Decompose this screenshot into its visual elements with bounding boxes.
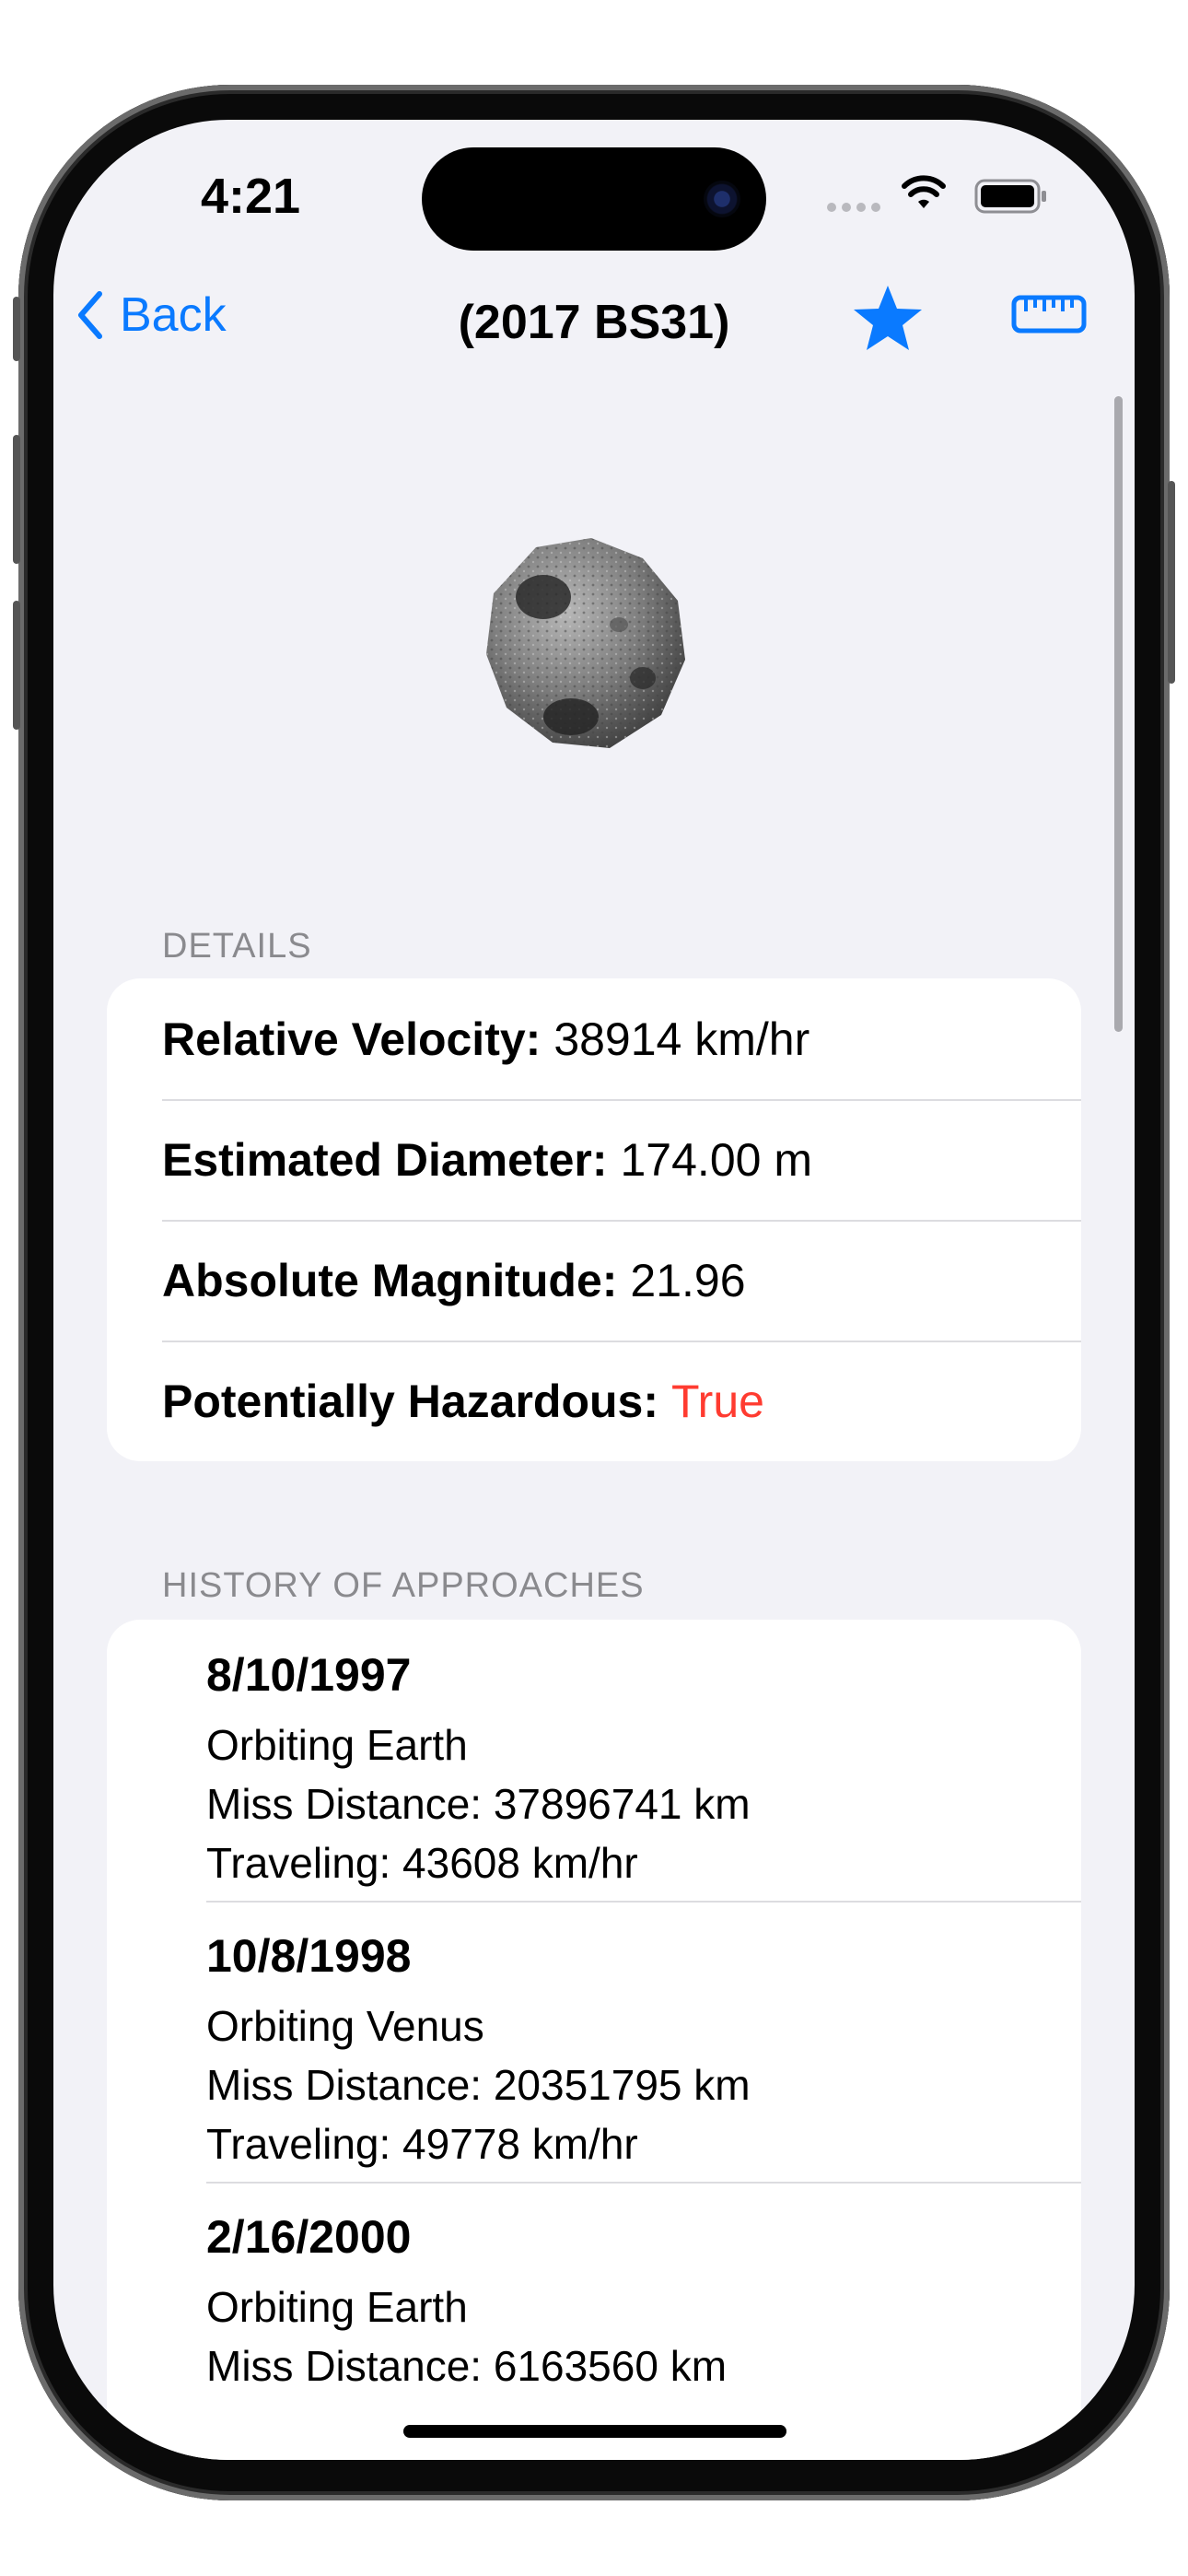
battery-icon	[974, 179, 1046, 214]
list-item: 2/16/2000 Orbiting Earth Miss Distance: …	[107, 2182, 1081, 2460]
approach-date: 10/8/1998	[206, 1930, 412, 1982]
approach-date: 2/16/2000	[206, 2211, 412, 2263]
scrollbar[interactable]	[1114, 396, 1123, 1032]
approach-miss-distance: Miss Distance: 6163560 km	[206, 2342, 728, 2390]
row-value: 21.96	[630, 1254, 746, 1306]
power-button	[1168, 481, 1175, 684]
estimated-diameter-row: Estimated Diameter: 174.00 m	[107, 1099, 1081, 1220]
cellular-icon	[827, 203, 880, 212]
asteroid-image	[486, 538, 685, 748]
row-value: 38914 km/hr	[553, 1013, 810, 1065]
details-header: DETAILS	[162, 927, 312, 966]
home-indicator[interactable]	[403, 2425, 786, 2438]
row-label: Absolute Magnitude:	[162, 1254, 618, 1306]
approaches-header: HISTORY OF APPROACHES	[162, 1566, 645, 1605]
status-time: 4:21	[201, 169, 301, 224]
page-title: (2017 BS31)	[458, 296, 730, 349]
approach-orbiting: Orbiting Earth	[206, 1721, 468, 1769]
details-card: Relative Velocity: 38914 km/hr Estimated…	[107, 978, 1081, 1461]
list-item: 10/8/1998 Orbiting Venus Miss Distance: …	[107, 1901, 1081, 2182]
approach-orbiting: Orbiting Earth	[206, 2283, 468, 2331]
list-item: 8/10/1997 Orbiting Earth Miss Distance: …	[107, 1620, 1081, 1901]
approach-traveling: Traveling: 43608 km/hr	[206, 1839, 638, 1887]
row-value: 174.00 m	[620, 1133, 812, 1186]
potentially-hazardous-row: Potentially Hazardous: True	[107, 1341, 1081, 1461]
star-icon[interactable]	[851, 284, 925, 354]
hazard-value: True	[671, 1375, 764, 1427]
approach-miss-distance: Miss Distance: 37896741 km	[206, 1780, 751, 1828]
absolute-magnitude-row: Absolute Magnitude: 21.96	[107, 1220, 1081, 1341]
approach-orbiting: Orbiting Venus	[206, 2002, 484, 2050]
row-label: Relative Velocity:	[162, 1013, 542, 1065]
approaches-card: 8/10/1997 Orbiting Earth Miss Distance: …	[107, 1620, 1081, 2460]
wifi-icon	[902, 175, 946, 208]
approach-date: 8/10/1997	[206, 1649, 412, 1701]
row-label: Estimated Diameter:	[162, 1133, 608, 1186]
dynamic-island	[422, 147, 766, 251]
camera-icon	[704, 181, 740, 217]
action-button	[13, 297, 20, 361]
approach-traveling: Traveling: 49778 km/hr	[206, 2120, 638, 2168]
relative-velocity-row: Relative Velocity: 38914 km/hr	[107, 978, 1081, 1099]
screen: 4:21 Back (2017 BS31) DETAILS Relative V…	[53, 120, 1135, 2460]
row-label: Potentially Hazardous:	[162, 1375, 658, 1427]
approach-miss-distance: Miss Distance: 20351795 km	[206, 2061, 751, 2109]
ruler-icon[interactable]	[1011, 295, 1087, 334]
volume-up-button	[13, 435, 20, 564]
volume-down-button	[13, 601, 20, 730]
